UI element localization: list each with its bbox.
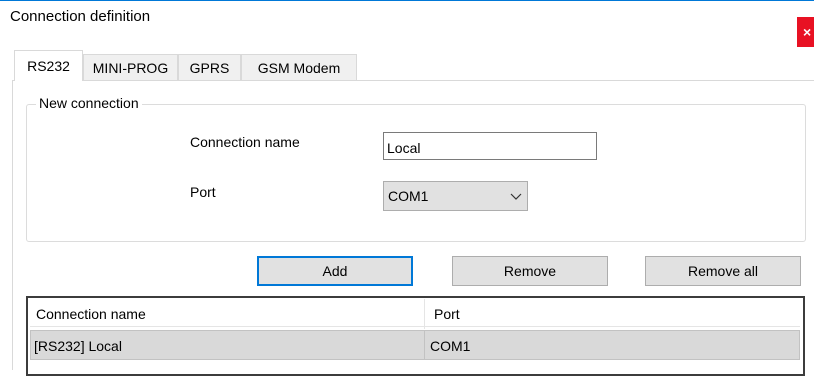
window-title: Connection definition [10,8,151,25]
connection-name-label: Connection name [190,134,300,150]
new-connection-group [26,104,806,242]
tab-gprs[interactable]: GPRS [178,54,241,80]
tab-mini-prog[interactable]: MINI-PROG [83,54,178,80]
close-icon: × [803,24,812,40]
port-select-value: COM1 [388,188,429,204]
port-select[interactable]: COM1 [383,181,528,211]
chevron-down-icon [510,193,522,200]
list-row-selected[interactable] [30,330,800,360]
remove-button[interactable]: Remove [452,256,608,286]
connection-name-input[interactable] [383,132,597,160]
tab-rs232[interactable]: RS232 [14,50,83,81]
row-port: COM1 [430,338,471,354]
tab-gsm-modem[interactable]: GSM Modem [241,54,357,80]
close-button[interactable]: × [797,17,814,47]
column-header-port[interactable]: Port [434,306,460,322]
remove-all-button[interactable]: Remove all [645,256,801,286]
add-button[interactable]: Add [257,256,413,286]
port-label: Port [190,184,216,200]
column-header-connection-name[interactable]: Connection name [36,306,146,322]
row-column-divider [424,331,425,359]
header-column-divider[interactable] [424,299,425,329]
row-connection-name: [RS232] Local [34,338,122,354]
new-connection-legend: New connection [36,95,142,111]
